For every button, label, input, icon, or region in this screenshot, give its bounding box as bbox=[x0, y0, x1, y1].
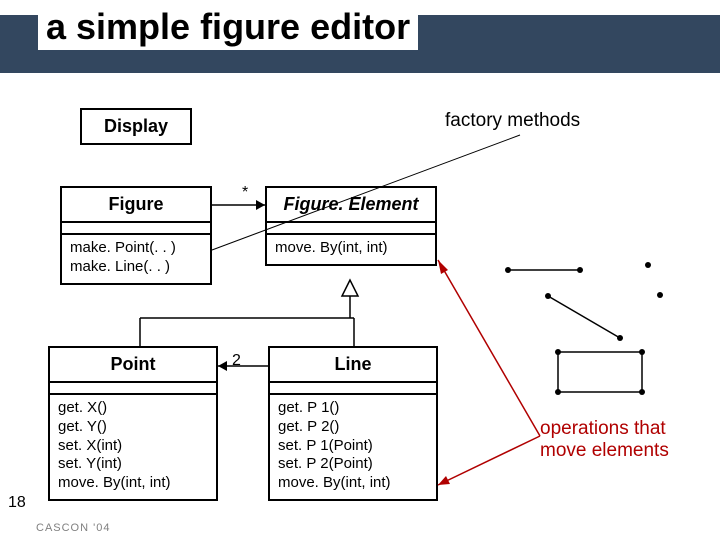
uml-method: make. Point(. . ) bbox=[70, 239, 202, 258]
multiplicity-star: * bbox=[242, 184, 248, 202]
uml-class-name: Point bbox=[50, 348, 216, 383]
uml-method: move. By(int, int) bbox=[275, 239, 427, 258]
uml-class-line: Line get. P 1() get. P 2() set. P 1(Poin… bbox=[268, 346, 438, 501]
uml-class-body: make. Point(. . ) make. Line(. . ) bbox=[62, 223, 210, 283]
uml-class-body: move. By(int, int) bbox=[267, 223, 435, 264]
uml-class-name: Line bbox=[270, 348, 436, 383]
note-move-operations: operations that move elements bbox=[540, 418, 700, 462]
uml-class-body: get. P 1() get. P 2() set. P 1(Point) se… bbox=[270, 383, 436, 499]
uml-class-point: Point get. X() get. Y() set. X(int) set.… bbox=[48, 346, 218, 501]
page-number: 18 bbox=[8, 494, 26, 512]
uml-class-figure-element: Figure. Element move. By(int, int) bbox=[265, 186, 437, 266]
uml-method: set. P 1(Point) bbox=[278, 437, 428, 456]
uml-method: move. By(int, int) bbox=[278, 474, 428, 493]
uml-method: set. X(int) bbox=[58, 437, 208, 456]
uml-class-display: Display bbox=[80, 108, 192, 145]
multiplicity-two: 2 bbox=[232, 352, 241, 370]
uml-method: make. Line(. . ) bbox=[70, 258, 202, 277]
slide: a simple figure editor factory methods o… bbox=[0, 0, 720, 540]
uml-method: get. P 2() bbox=[278, 418, 428, 437]
uml-class-body: get. X() get. Y() set. X(int) set. Y(int… bbox=[50, 383, 216, 499]
uml-method: move. By(int, int) bbox=[58, 474, 208, 493]
note-factory-methods: factory methods bbox=[445, 110, 640, 132]
uml-class-figure: Figure make. Point(. . ) make. Line(. . … bbox=[60, 186, 212, 285]
uml-method: set. P 2(Point) bbox=[278, 455, 428, 474]
uml-class-name: Figure bbox=[62, 188, 210, 223]
uml-class-name: Figure. Element bbox=[267, 188, 435, 223]
uml-method: get. X() bbox=[58, 399, 208, 418]
uml-method: set. Y(int) bbox=[58, 455, 208, 474]
slide-title: a simple figure editor bbox=[38, 6, 418, 50]
uml-class-name: Display bbox=[82, 110, 190, 143]
figure-preview bbox=[490, 240, 690, 400]
uml-method: get. Y() bbox=[58, 418, 208, 437]
uml-method: get. P 1() bbox=[278, 399, 428, 418]
footer-text: CASCON '04 bbox=[36, 522, 110, 534]
